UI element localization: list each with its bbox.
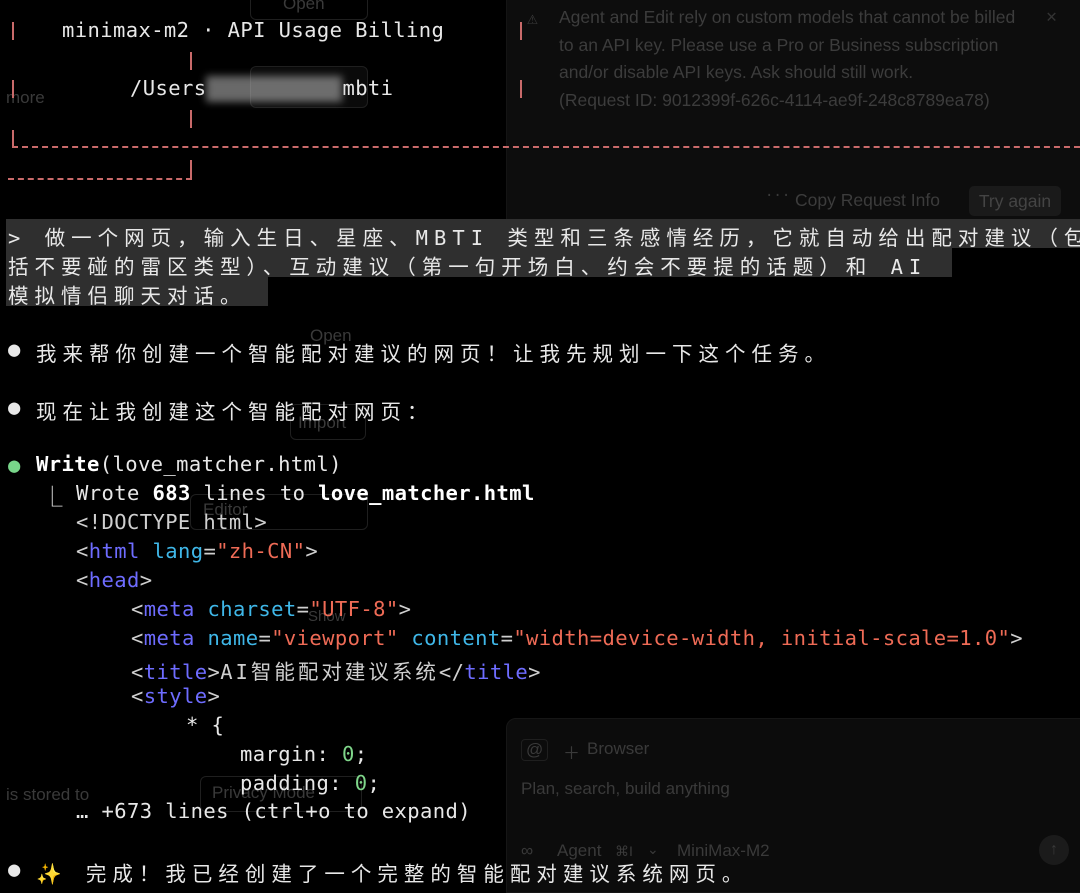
code-title-line: <title>AI智能配对建议系统</title> xyxy=(131,660,541,684)
lang-value: "zh-CN" xyxy=(216,539,306,563)
tool-name: Write xyxy=(36,452,100,476)
header-border-left-2 xyxy=(12,80,14,98)
code-padding-line: padding: 0; xyxy=(240,771,381,795)
working-directory: /Users mbti xyxy=(130,76,393,102)
wrote-count: 683 xyxy=(152,481,191,505)
title-tag: title xyxy=(143,660,208,684)
composer-placeholder[interactable]: Plan, search, build anything xyxy=(521,779,730,799)
tool-result-branch-icon: ⎿ xyxy=(42,485,63,509)
model-billing-label: minimax-m2 · API Usage Billing xyxy=(62,18,445,42)
code-meta-viewport-line: <meta name="viewport" content="width=dev… xyxy=(131,626,1024,650)
warning-icon: ⚠ xyxy=(527,8,538,29)
more-icon[interactable]: ··· xyxy=(765,188,790,204)
code-selector-line: * { xyxy=(186,713,225,737)
plus-icon[interactable]: ＋ xyxy=(563,739,580,764)
padding-value: 0 xyxy=(354,771,368,795)
bullet-icon: ● xyxy=(8,395,21,419)
code-margin-line: margin: 0; xyxy=(240,742,368,766)
header-divider-3 xyxy=(190,160,192,180)
code-style-line: <style> xyxy=(131,684,221,708)
path-prefix: /Users xyxy=(130,76,207,100)
header-border-left xyxy=(12,22,14,40)
margin-prop: margin xyxy=(240,742,317,766)
style-tag: style xyxy=(143,684,208,708)
wrote-mid: lines to xyxy=(203,481,306,505)
wrote-file: love_matcher.html xyxy=(318,481,535,505)
notification-text: Agent and Edit rely on custom models tha… xyxy=(559,7,1016,82)
name-attr: name xyxy=(207,626,259,650)
path-suffix: mbti xyxy=(342,76,394,100)
padding-prop: padding xyxy=(240,771,330,795)
tool-status-icon: ● xyxy=(8,453,21,477)
notification-message: Agent and Edit rely on custom models tha… xyxy=(559,4,1029,114)
browser-button[interactable]: Browser xyxy=(587,739,649,759)
tool-call: Write(love_matcher.html) xyxy=(36,452,342,476)
title-close-tag: title xyxy=(464,660,529,684)
user-prompt-line-3: 模拟情侣聊天对话。 xyxy=(8,284,247,308)
charset-attr: charset xyxy=(207,597,297,621)
user-prompt-line-1: > 做一个网页，输入生日、星座、MBTI 类型和三条感情经历，它就自动给出配对建… xyxy=(8,226,1080,250)
code-head-line: <head> xyxy=(76,568,153,592)
copy-request-info-button[interactable]: Copy Request Info xyxy=(795,190,940,211)
header-border-right xyxy=(520,22,522,40)
send-icon[interactable]: ↑ xyxy=(1039,835,1069,865)
header-divider xyxy=(190,52,192,70)
at-mention-button[interactable]: @ xyxy=(521,739,549,761)
bullet-icon: ● xyxy=(8,857,21,881)
meta-tag: meta xyxy=(143,626,195,650)
notification-request-id: (Request ID: 9012399f-626c-4114-ae9f-248… xyxy=(559,89,990,110)
header-border-right-2 xyxy=(520,80,522,98)
completion-message: ✨ 完成！我已经创建了一个完整的智能配对建议系统网页。 xyxy=(36,862,749,886)
bullet-icon: ● xyxy=(8,337,21,361)
head-tag: head xyxy=(88,568,140,592)
error-notification: ⚠ Agent and Edit rely on custom models t… xyxy=(506,0,1080,225)
charset-value: "UTF-8" xyxy=(309,597,399,621)
margin-value: 0 xyxy=(341,742,355,766)
content-attr: content xyxy=(411,626,501,650)
try-again-button[interactable]: Try again xyxy=(969,186,1061,216)
tool-arg: (love_matcher.html) xyxy=(99,452,342,476)
code-html-line: <html lang="zh-CN"> xyxy=(76,539,319,563)
close-icon[interactable]: ✕ xyxy=(1046,6,1057,27)
code-doctype: <!DOCTYPE html> xyxy=(76,510,268,534)
ghost-open-label: Open xyxy=(283,0,325,13)
content-value: "width=device-width, initial-scale=1.0" xyxy=(513,626,1011,650)
redacted-username xyxy=(206,76,343,102)
code-meta-charset-line: <meta charset="UTF-8"> xyxy=(131,597,412,621)
chevron-down-icon: ⌄ xyxy=(647,841,659,857)
lang-attr: lang xyxy=(152,539,204,563)
expand-hint[interactable]: … +673 lines (ctrl+o to expand) xyxy=(76,799,471,823)
html-tag: html xyxy=(88,539,140,563)
header-border-left-3 xyxy=(12,130,14,146)
meta-tag: meta xyxy=(143,597,195,621)
header-border-bottom xyxy=(12,146,1080,148)
title-text: AI智能配对建议系统 xyxy=(220,660,439,684)
header-divider-2 xyxy=(190,110,192,128)
user-prompt-line-2: 括不要碰的雷区类型）、互动建议（第一句开场白、约会不要提的话题）和 AI xyxy=(8,255,928,279)
assistant-reply-1: 我来帮你创建一个智能配对建议的网页！让我先规划一下这个任务。 xyxy=(36,342,831,366)
name-value: "viewport" xyxy=(271,626,399,650)
assistant-reply-2: 现在让我创建这个智能配对网页： xyxy=(36,400,434,424)
tool-result: Wrote 683 lines to love_matcher.html xyxy=(76,481,535,505)
wrote-prefix: Wrote xyxy=(76,481,140,505)
header-border-bottom-2 xyxy=(8,178,192,180)
